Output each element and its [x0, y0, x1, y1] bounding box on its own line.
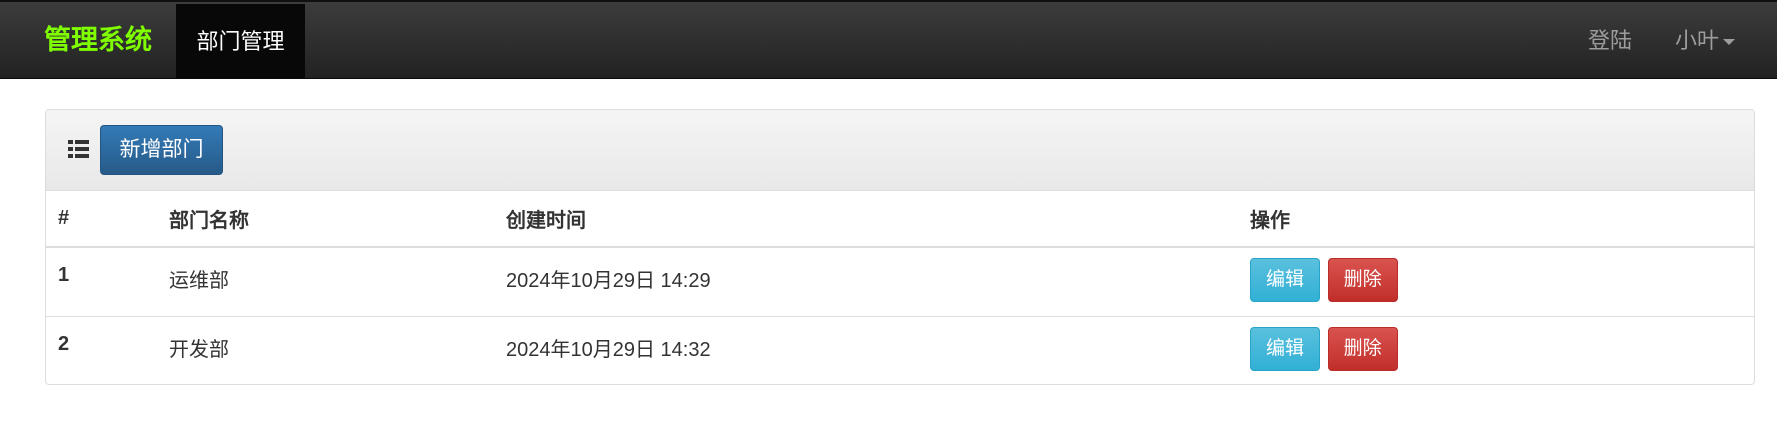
top-navbar: 管理系统 部门管理 登陆 小叶 — [0, 0, 1777, 79]
row-actions: 编辑 删除 — [1238, 247, 1754, 317]
header-name: 部门名称 — [157, 191, 494, 248]
table-header-row: # 部门名称 创建时间 操作 — [46, 191, 1754, 248]
table-row: 2 开发部 2024年10月29日 14:32 编辑 删除 — [46, 316, 1754, 384]
header-index: # — [46, 191, 157, 248]
row-created: 2024年10月29日 14:32 — [506, 338, 711, 361]
user-name: 小叶 — [1675, 28, 1720, 53]
edit-button[interactable]: 编辑 — [1250, 258, 1321, 302]
header-actions: 操作 — [1238, 191, 1754, 248]
user-dropdown[interactable]: 小叶 — [1675, 2, 1736, 79]
row-index: 2 — [58, 332, 70, 355]
panel-heading: 新增部门 — [46, 110, 1754, 191]
login-link[interactable]: 登陆 — [1588, 2, 1632, 79]
header-created: 创建时间 — [494, 191, 1238, 248]
row-name: 运维部 — [157, 247, 494, 317]
row-created: 2024年10月29日 14:29 — [494, 247, 1238, 317]
nav-item-department[interactable]: 部门管理 — [176, 4, 305, 79]
caret-down-icon — [1723, 39, 1736, 46]
delete-button[interactable]: 删除 — [1327, 258, 1398, 302]
row-index: 1 — [46, 247, 157, 317]
add-department-button[interactable]: 新增部门 — [100, 125, 223, 175]
delete-button[interactable]: 删除 — [1327, 326, 1398, 371]
list-icon — [68, 140, 89, 158]
brand-logo[interactable]: 管理系统 — [44, 2, 152, 79]
edit-button[interactable]: 编辑 — [1250, 326, 1321, 371]
row-actions: 编辑 删除 — [1238, 316, 1754, 384]
table-row: 1 运维部 2024年10月29日 14:29 编辑 删除 — [46, 247, 1754, 317]
department-panel: 新增部门 # 部门名称 创建时间 操作 1 运维部 2024年10月29日 14… — [45, 109, 1755, 385]
row-name: 开发部 — [169, 338, 229, 361]
department-table: # 部门名称 创建时间 操作 1 运维部 2024年10月29日 14:29 编… — [46, 191, 1754, 384]
